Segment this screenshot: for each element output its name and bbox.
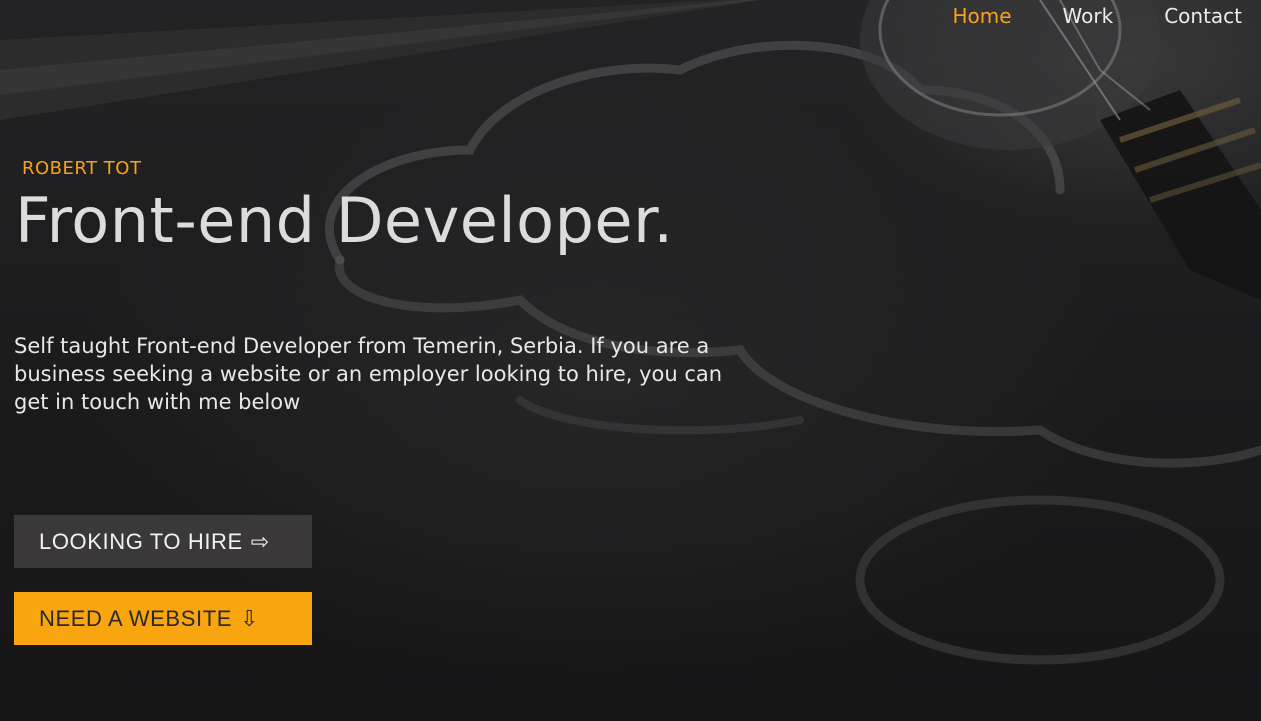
nav-link-work[interactable]: Work (1063, 4, 1114, 28)
nav-link-contact[interactable]: Contact (1164, 4, 1242, 28)
hero-kicker-name: ROBERT TOT (22, 158, 142, 179)
hero-title: Front-end Developer. (15, 184, 674, 257)
main-nav: Home Work Contact (952, 0, 1261, 32)
looking-to-hire-button[interactable]: LOOKING TO HIRE ⇨ (14, 515, 312, 568)
hero-intro-text: Self taught Front-end Developer from Tem… (14, 334, 723, 414)
need-a-website-button[interactable]: NEED A WEBSITE ⇩ (14, 592, 312, 645)
nav-link-home[interactable]: Home (952, 4, 1011, 28)
arrow-right-icon: ⇨ (250, 528, 270, 554)
need-a-website-label: NEED A WEBSITE (39, 605, 233, 631)
looking-to-hire-label: LOOKING TO HIRE (39, 528, 243, 554)
arrow-down-icon: ⇩ (240, 605, 260, 631)
